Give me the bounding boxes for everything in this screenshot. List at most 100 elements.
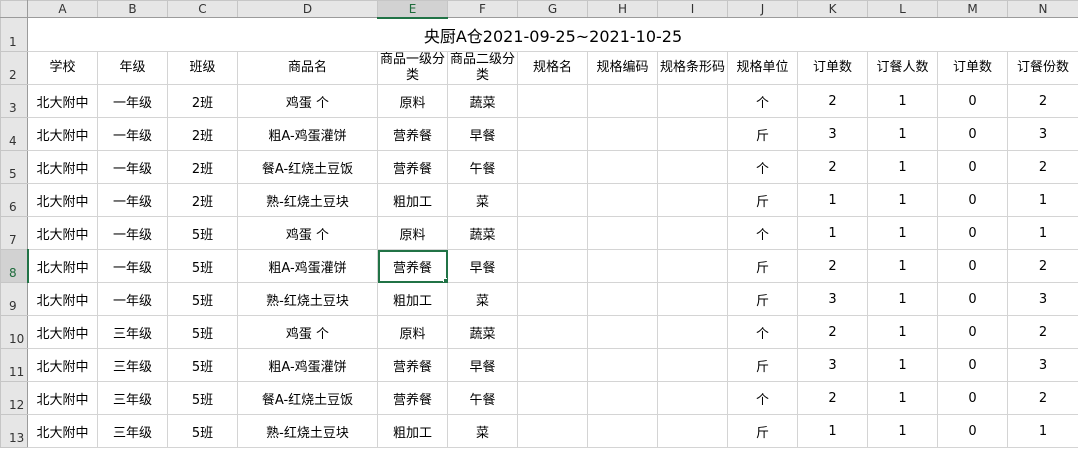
grid-cell[interactable]: 午餐 bbox=[447, 381, 518, 415]
grid-cell[interactable]: 2 bbox=[1007, 84, 1078, 118]
column-title-cell[interactable]: 商品名 bbox=[237, 51, 378, 85]
column-title-cell[interactable]: 商品一级分类 bbox=[377, 51, 448, 85]
grid-cell[interactable]: 北大附中 bbox=[27, 315, 98, 349]
column-header-l[interactable]: L bbox=[867, 0, 938, 18]
column-title-cell[interactable]: 年级 bbox=[97, 51, 168, 85]
row-header[interactable]: 13 bbox=[0, 414, 28, 448]
column-title-cell[interactable]: 规格条形码 bbox=[657, 51, 728, 85]
grid-cell[interactable]: 北大附中 bbox=[27, 150, 98, 184]
grid-cell[interactable] bbox=[517, 150, 588, 184]
column-header-i[interactable]: I bbox=[657, 0, 728, 18]
grid-cell[interactable] bbox=[657, 381, 728, 415]
grid-cell[interactable]: 5班 bbox=[167, 216, 238, 250]
grid-cell[interactable]: 早餐 bbox=[447, 249, 518, 283]
grid-cell[interactable] bbox=[587, 282, 658, 316]
grid-cell[interactable]: 0 bbox=[937, 84, 1008, 118]
column-title-cell[interactable]: 班级 bbox=[167, 51, 238, 85]
grid-cell[interactable]: 5班 bbox=[167, 381, 238, 415]
grid-cell[interactable] bbox=[517, 249, 588, 283]
column-title-cell[interactable]: 规格名 bbox=[517, 51, 588, 85]
row-header[interactable]: 6 bbox=[0, 183, 28, 217]
grid-cell[interactable]: 斤 bbox=[727, 282, 798, 316]
row-header[interactable]: 2 bbox=[0, 51, 28, 85]
grid-cell[interactable]: 粗加工 bbox=[377, 282, 448, 316]
grid-cell[interactable]: 营养餐 bbox=[377, 117, 448, 151]
grid-cell[interactable]: 餐A-红烧土豆饭 bbox=[237, 150, 378, 184]
grid-cell[interactable]: 菜 bbox=[447, 282, 518, 316]
grid-cell[interactable]: 2 bbox=[1007, 381, 1078, 415]
grid-cell[interactable]: 5班 bbox=[167, 348, 238, 382]
grid-cell[interactable]: 斤 bbox=[727, 117, 798, 151]
row-header[interactable]: 5 bbox=[0, 150, 28, 184]
grid-cell[interactable] bbox=[517, 348, 588, 382]
grid-cell[interactable]: 熟-红烧土豆块 bbox=[237, 282, 378, 316]
row-header[interactable]: 9 bbox=[0, 282, 28, 316]
grid-cell[interactable]: 北大附中 bbox=[27, 282, 98, 316]
grid-cell[interactable] bbox=[587, 84, 658, 118]
grid-cell[interactable]: 蔬菜 bbox=[447, 315, 518, 349]
grid-cell[interactable]: 北大附中 bbox=[27, 381, 98, 415]
grid-cell[interactable]: 北大附中 bbox=[27, 117, 98, 151]
row-header[interactable]: 3 bbox=[0, 84, 28, 118]
grid-cell[interactable]: 0 bbox=[937, 150, 1008, 184]
grid-cell[interactable]: 鸡蛋 个 bbox=[237, 84, 378, 118]
column-header-f[interactable]: F bbox=[447, 0, 518, 18]
grid-cell[interactable]: 三年级 bbox=[97, 414, 168, 448]
grid-cell[interactable]: 1 bbox=[1007, 216, 1078, 250]
grid-cell[interactable] bbox=[517, 315, 588, 349]
column-header-b[interactable]: B bbox=[97, 0, 168, 18]
grid-cell[interactable]: 一年级 bbox=[97, 150, 168, 184]
grid-cell[interactable]: 2班 bbox=[167, 183, 238, 217]
grid-cell[interactable] bbox=[587, 381, 658, 415]
grid-cell[interactable] bbox=[657, 183, 728, 217]
grid-cell[interactable]: 鸡蛋 个 bbox=[237, 315, 378, 349]
column-header-a[interactable]: A bbox=[27, 0, 98, 18]
row-header[interactable]: 12 bbox=[0, 381, 28, 415]
grid-cell[interactable]: 1 bbox=[867, 282, 938, 316]
column-header-k[interactable]: K bbox=[797, 0, 868, 18]
grid-cell[interactable]: 3 bbox=[1007, 348, 1078, 382]
grid-cell[interactable] bbox=[587, 117, 658, 151]
grid-cell[interactable] bbox=[587, 315, 658, 349]
grid-cell[interactable]: 0 bbox=[937, 282, 1008, 316]
row-header[interactable]: 11 bbox=[0, 348, 28, 382]
grid-cell[interactable]: 1 bbox=[867, 216, 938, 250]
grid-cell[interactable]: 菜 bbox=[447, 183, 518, 217]
grid-cell[interactable]: 粗A-鸡蛋灌饼 bbox=[237, 249, 378, 283]
grid-cell[interactable] bbox=[517, 183, 588, 217]
grid-cell[interactable]: 0 bbox=[937, 348, 1008, 382]
grid-cell[interactable]: 0 bbox=[937, 117, 1008, 151]
grid-cell[interactable]: 2 bbox=[1007, 315, 1078, 349]
grid-cell[interactable]: 5班 bbox=[167, 414, 238, 448]
selected-cell[interactable]: 营养餐 bbox=[377, 249, 448, 283]
grid-cell[interactable]: 早餐 bbox=[447, 348, 518, 382]
grid-cell[interactable]: 1 bbox=[1007, 414, 1078, 448]
grid-cell[interactable]: 熟-红烧土豆块 bbox=[237, 183, 378, 217]
column-title-cell[interactable]: 规格编码 bbox=[587, 51, 658, 85]
grid-cell[interactable]: 北大附中 bbox=[27, 183, 98, 217]
grid-cell[interactable]: 0 bbox=[937, 381, 1008, 415]
grid-cell[interactable]: 午餐 bbox=[447, 150, 518, 184]
grid-cell[interactable]: 一年级 bbox=[97, 216, 168, 250]
column-title-cell[interactable]: 订餐人数 bbox=[867, 51, 938, 85]
column-header-h[interactable]: H bbox=[587, 0, 658, 18]
fill-handle[interactable] bbox=[443, 278, 447, 282]
column-title-cell[interactable]: 规格单位 bbox=[727, 51, 798, 85]
grid-cell[interactable] bbox=[587, 183, 658, 217]
grid-cell[interactable] bbox=[517, 216, 588, 250]
grid-cell[interactable] bbox=[657, 249, 728, 283]
grid-cell[interactable]: 斤 bbox=[727, 414, 798, 448]
grid-cell[interactable]: 营养餐 bbox=[377, 150, 448, 184]
grid-cell[interactable]: 粗A-鸡蛋灌饼 bbox=[237, 348, 378, 382]
grid-cell[interactable]: 2班 bbox=[167, 84, 238, 118]
grid-cell[interactable]: 2班 bbox=[167, 150, 238, 184]
grid-cell[interactable]: 0 bbox=[937, 249, 1008, 283]
grid-cell[interactable] bbox=[517, 381, 588, 415]
grid-cell[interactable]: 斤 bbox=[727, 348, 798, 382]
grid-cell[interactable]: 2班 bbox=[167, 117, 238, 151]
grid-cell[interactable]: 北大附中 bbox=[27, 414, 98, 448]
grid-cell[interactable] bbox=[517, 84, 588, 118]
grid-cell[interactable]: 1 bbox=[867, 150, 938, 184]
grid-cell[interactable] bbox=[517, 117, 588, 151]
grid-cell[interactable]: 三年级 bbox=[97, 348, 168, 382]
